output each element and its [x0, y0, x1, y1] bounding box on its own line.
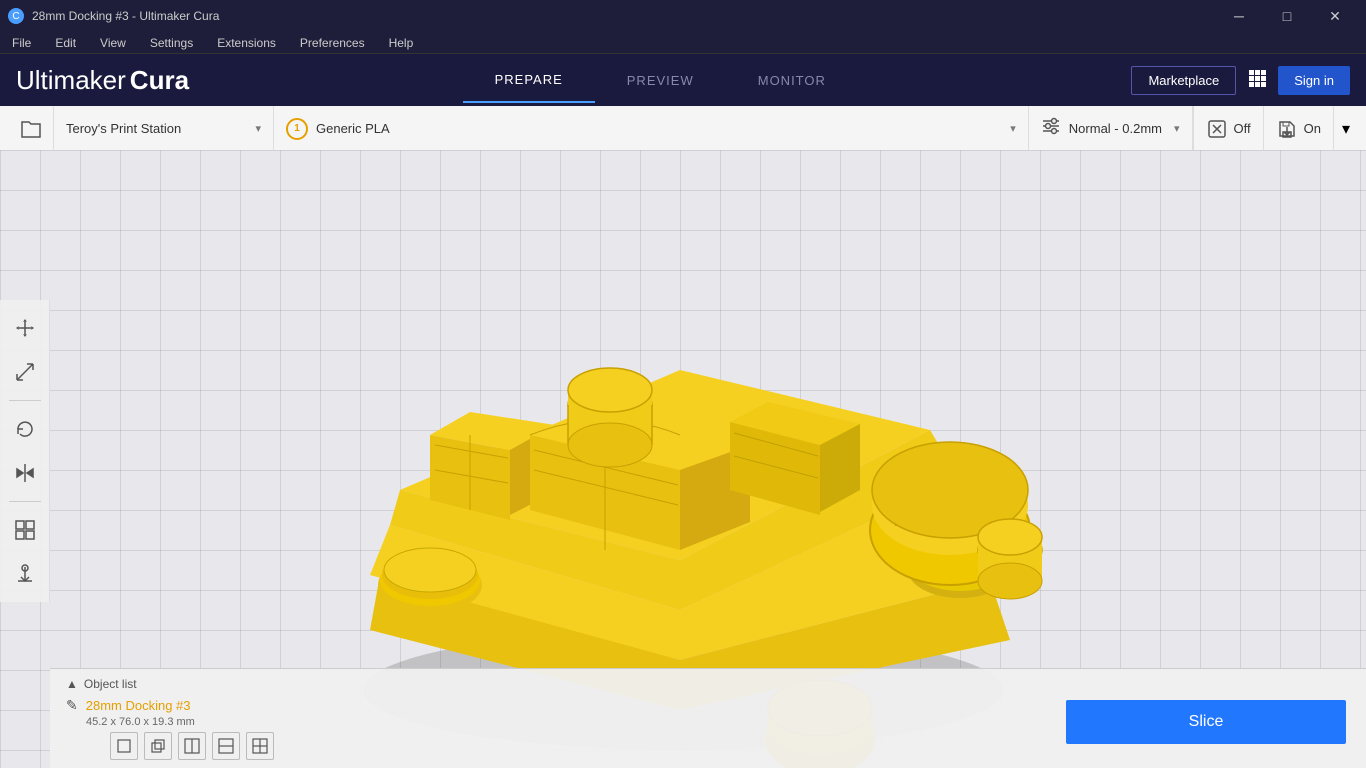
transform-btn-5[interactable] [246, 732, 274, 760]
tab-preview[interactable]: PREVIEW [595, 58, 726, 103]
transform-btn-3[interactable] [178, 732, 206, 760]
printer-selector[interactable]: Teroy's Print Station [54, 106, 274, 152]
profile-selector[interactable]: Normal - 0.2mm [1029, 106, 1193, 152]
menu-extensions[interactable]: Extensions [213, 34, 280, 52]
bottom-transform-tools [110, 732, 274, 760]
logo-cura: Cura [130, 65, 189, 96]
object-list-header[interactable]: ▲ Object list [66, 677, 1350, 691]
transform-btn-1[interactable] [110, 732, 138, 760]
menu-bar: File Edit View Settings Extensions Prefe… [0, 32, 1366, 54]
save-icon [1276, 118, 1298, 140]
material-name: Generic PLA [316, 121, 998, 136]
collapse-icon: ▲ [66, 677, 78, 691]
viewport[interactable]: ▲ Object list ✎ 28mm Docking #3 45.2 x 7… [0, 150, 1366, 768]
material-selector[interactable]: 1 Generic PLA [274, 106, 1029, 152]
save-section[interactable]: On [1263, 106, 1333, 152]
menu-file[interactable]: File [8, 34, 35, 52]
logo-ultimaker: Ultimaker [16, 65, 126, 96]
folder-button[interactable] [8, 106, 54, 152]
object-name: 28mm Docking #3 [86, 698, 191, 713]
grid-icon-button[interactable] [1244, 65, 1270, 96]
menu-help[interactable]: Help [385, 34, 418, 52]
transform-btn-4[interactable] [212, 732, 240, 760]
bottom-bar: ▲ Object list ✎ 28mm Docking #3 45.2 x 7… [50, 668, 1366, 768]
slice-panel: Slice [1066, 700, 1346, 744]
maximize-button[interactable]: □ [1264, 0, 1310, 32]
save-label: On [1304, 121, 1321, 136]
support-section[interactable]: Off [1193, 106, 1263, 152]
header-right: Marketplace Sign in [1131, 65, 1350, 96]
menu-settings[interactable]: Settings [146, 34, 197, 52]
menu-preferences[interactable]: Preferences [296, 34, 369, 52]
slice-button[interactable]: Slice [1066, 700, 1346, 744]
window-title: 28mm Docking #3 - Ultimaker Cura [32, 9, 219, 23]
object-list-label: Object list [84, 677, 137, 691]
material-badge: 1 [286, 118, 308, 140]
toolbar: Teroy's Print Station 1 Generic PLA Norm… [0, 106, 1366, 152]
menu-view[interactable]: View [96, 34, 130, 52]
support-label: Off [1234, 121, 1251, 136]
menu-edit[interactable]: Edit [51, 34, 80, 52]
toolbar-right: Off On ▾ [1193, 106, 1358, 152]
edit-icon[interactable]: ✎ [66, 697, 78, 714]
tab-prepare[interactable]: PREPARE [463, 58, 595, 103]
profile-name: Normal - 0.2mm [1069, 121, 1162, 136]
nav-tabs: PREPARE PREVIEW MONITOR [463, 58, 858, 103]
app-icon: C [8, 8, 24, 24]
transform-btn-2[interactable] [144, 732, 172, 760]
printer-name: Teroy's Print Station [66, 121, 243, 136]
profile-icon [1041, 116, 1061, 141]
title-bar: C 28mm Docking #3 - Ultimaker Cura ─ □ ✕ [0, 0, 1366, 32]
support-icon [1206, 118, 1228, 140]
save-dropdown-arrow[interactable]: ▾ [1333, 106, 1358, 152]
marketplace-button[interactable]: Marketplace [1131, 66, 1236, 95]
main-header: Ultimaker Cura PREPARE PREVIEW MONITOR M… [0, 54, 1366, 106]
minimize-button[interactable]: ─ [1216, 0, 1262, 32]
signin-button[interactable]: Sign in [1278, 66, 1350, 95]
tab-monitor[interactable]: MONITOR [726, 58, 858, 103]
close-button[interactable]: ✕ [1312, 0, 1358, 32]
logo: Ultimaker Cura [16, 65, 189, 96]
